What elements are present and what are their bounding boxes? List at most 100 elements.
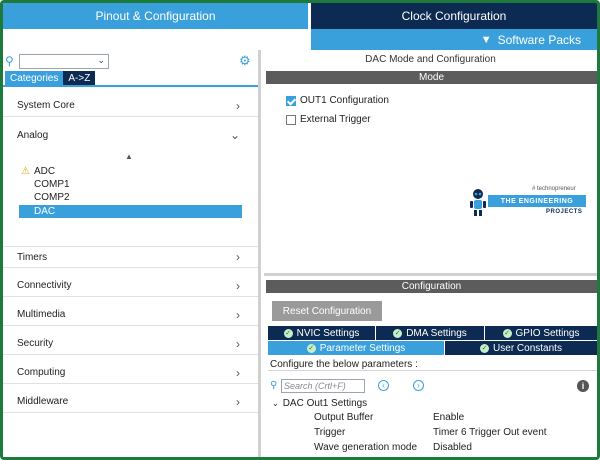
mode-header: Mode (266, 71, 597, 84)
category-label: Connectivity (17, 280, 72, 291)
configure-instructions: Configure the below parameters : (268, 358, 597, 371)
reset-configuration-button[interactable]: Reset Configuration (272, 301, 382, 321)
chevron-right-icon: › (236, 394, 240, 409)
category-computing[interactable]: Computing › (3, 362, 258, 384)
checkbox-icon[interactable] (286, 114, 296, 125)
settings-tabs-row1: ✓ NVIC Settings ✓ DMA Settings ✓ GPIO Se… (268, 326, 597, 340)
tab-parameter-settings[interactable]: ✓ Parameter Settings (268, 341, 445, 355)
param-value[interactable]: Timer 6 Trigger Out event (433, 427, 594, 441)
sort-up-icon[interactable]: ▲ (125, 152, 133, 161)
category-connectivity[interactable]: Connectivity › (3, 275, 258, 297)
tab-gpio-settings[interactable]: ✓ GPIO Settings (485, 326, 597, 340)
software-packs-label: Software Packs (497, 32, 581, 47)
category-label: Security (17, 338, 54, 349)
param-name: Trigger (314, 427, 346, 438)
param-value[interactable]: Enable (433, 412, 594, 426)
category-analog[interactable]: Analog ⌄ (3, 124, 258, 146)
category-system-core[interactable]: System Core › (3, 95, 258, 117)
tab-nvic-settings[interactable]: ✓ NVIC Settings (268, 326, 376, 340)
chevron-right-icon: › (236, 365, 240, 380)
check-circle-icon: ✓ (502, 328, 512, 338)
out1-configuration-checkbox[interactable]: OUT1 Configuration (286, 95, 389, 106)
search-icon: ⚲ (270, 380, 278, 391)
tab-a-z[interactable]: A->Z (63, 71, 96, 85)
gear-icon[interactable]: ⚙ (239, 53, 251, 69)
tab-label: GPIO Settings (515, 327, 580, 339)
parameter-search-input[interactable]: Search (Crtl+F) (281, 378, 365, 393)
table-row[interactable]: Output Buffer Enable (314, 412, 594, 426)
list-item-adc[interactable]: ⚠ ADC (19, 165, 242, 178)
category-label: Timers (17, 251, 48, 263)
tab-label: NVIC Settings (296, 327, 360, 339)
search-icon: ⚲ (5, 54, 14, 68)
tab-dma-settings[interactable]: ✓ DMA Settings (376, 326, 485, 340)
checkbox-label: External Trigger (300, 114, 371, 125)
category-search: ⚲ ⌄ (5, 53, 109, 69)
tab-label: User Constants (493, 342, 562, 354)
param-name: Output Buffer (314, 412, 374, 423)
next-match-button[interactable]: › (413, 380, 424, 391)
check-circle-icon: ✓ (306, 343, 316, 353)
category-security[interactable]: Security › (3, 333, 258, 355)
param-value[interactable]: Disabled (433, 442, 594, 456)
chevron-right-icon: › (236, 336, 240, 351)
category-multimedia[interactable]: Multimedia › (3, 304, 258, 326)
parameter-toolbar: ⚲ Search (Crtl+F) ‹ › i (270, 378, 595, 393)
watermark-logo: # technopreneur THE ENGINEERING PROJECTS (470, 186, 590, 220)
app-window: Pinout & Configuration Clock Configurati… (0, 0, 600, 460)
list-item-label: COMP2 (34, 192, 70, 203)
panel-title: DAC Mode and Configuration (365, 54, 496, 65)
top-tabs: Pinout & Configuration Clock Configurati… (3, 3, 597, 29)
chevron-right-icon: › (236, 307, 240, 322)
group-header-dac-out1[interactable]: ⌄ DAC Out1 Settings (272, 398, 367, 409)
list-item-dac[interactable]: DAC (19, 205, 242, 218)
check-circle-icon: ✓ (393, 328, 403, 338)
tab-categories[interactable]: Categories (5, 71, 64, 85)
external-trigger-checkbox[interactable]: External Trigger (286, 114, 371, 125)
configuration-header: Configuration (266, 280, 597, 293)
chevron-right-icon: › (236, 98, 240, 113)
list-item-comp1[interactable]: COMP1 (19, 178, 242, 191)
table-row[interactable]: Trigger Timer 6 Trigger Out event (314, 427, 594, 441)
software-packs-button[interactable]: ▼ Software Packs (308, 29, 597, 50)
robot-icon (470, 189, 486, 216)
logo-tagline: # technopreneur (532, 186, 576, 192)
check-circle-icon: ✓ (283, 328, 293, 338)
category-label: Multimedia (17, 309, 66, 320)
logo-banner: THE ENGINEERING (488, 195, 586, 207)
chevron-right-icon: › (236, 278, 240, 293)
list-item-label: COMP1 (34, 179, 70, 190)
list-item-comp2[interactable]: COMP2 (19, 191, 242, 204)
category-middleware[interactable]: Middleware › (3, 391, 258, 413)
settings-tabs-row2: ✓ Parameter Settings ✓ User Constants (268, 341, 597, 355)
panel-splitter[interactable] (264, 273, 597, 276)
previous-match-button[interactable]: ‹ (378, 380, 389, 391)
tab-pinout-configuration[interactable]: Pinout & Configuration (3, 3, 308, 29)
logo-subtitle: PROJECTS (546, 209, 583, 215)
chevron-down-icon: ▼ (480, 33, 492, 46)
category-label: Computing (17, 367, 66, 378)
category-label: Analog (17, 129, 49, 141)
divider (3, 85, 258, 87)
list-item-label: DAC (34, 206, 56, 217)
group-title: DAC Out1 Settings (282, 398, 368, 409)
left-panel: ⚲ ⌄ ⚙ Categories A->Z System Core › Anal… (3, 50, 261, 457)
table-row[interactable]: Wave generation mode Disabled (314, 442, 594, 456)
category-timers[interactable]: Timers › (3, 246, 258, 268)
checkbox-checked-icon[interactable] (286, 95, 296, 106)
check-circle-icon: ✓ (480, 343, 490, 353)
right-panel: DAC Mode and Configuration Mode OUT1 Con… (264, 50, 597, 457)
search-input[interactable]: ⌄ (19, 53, 109, 69)
tab-clock-configuration[interactable]: Clock Configuration (308, 3, 597, 29)
warning-icon: ⚠ (21, 166, 30, 177)
checkbox-label: OUT1 Configuration (300, 95, 389, 106)
chevron-down-icon[interactable]: ⌄ (272, 399, 279, 408)
chevron-right-icon: › (236, 250, 240, 264)
tab-user-constants[interactable]: ✓ User Constants (445, 341, 597, 355)
category-label: System Core (17, 100, 75, 111)
list-item-label: ADC (34, 166, 56, 177)
tab-label: DMA Settings (406, 327, 467, 339)
chevron-down-icon[interactable]: ⌄ (97, 55, 105, 66)
info-icon[interactable]: i (577, 379, 589, 392)
param-name: Wave generation mode (314, 442, 418, 453)
